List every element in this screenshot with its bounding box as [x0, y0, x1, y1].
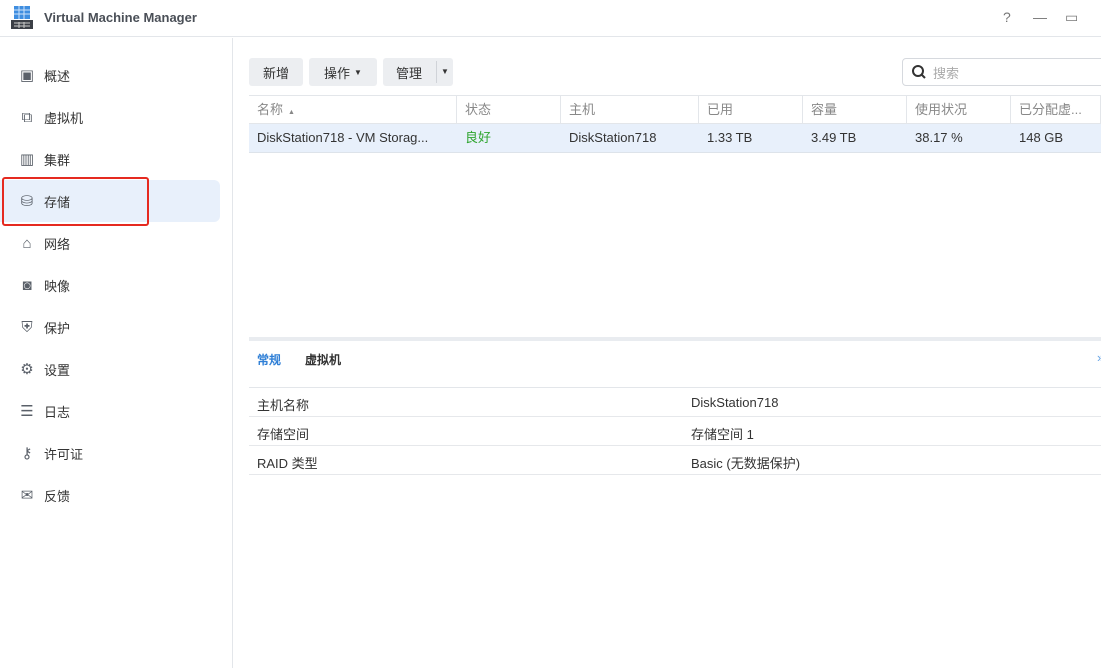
help-button[interactable]: ? [1003, 9, 1011, 25]
search-icon [912, 65, 926, 79]
sidebar-item-label: 日志 [44, 404, 71, 420]
gear-icon: ⚙ [20, 361, 34, 378]
action-label: 操作 [324, 65, 351, 81]
column-header[interactable]: 已用 [699, 96, 803, 124]
storage-icon: ⛁ [20, 193, 34, 210]
table-cell: 148 GB [1019, 130, 1064, 145]
column-header-label: 名称 [257, 102, 284, 117]
detail-value: DiskStation718 [691, 395, 779, 410]
caret-down-icon: ▼ [354, 67, 362, 77]
column-header[interactable]: 已分配虚... [1011, 96, 1101, 124]
table-cell: 1.33 TB [707, 130, 753, 145]
mail-icon: ✉ [20, 487, 34, 504]
vm-icon: ⧉ [21, 108, 33, 126]
image-icon: ◙ [22, 276, 32, 294]
app-logo-icon [11, 6, 33, 29]
sidebar-item-label: 设置 [44, 362, 71, 378]
collapse-icon[interactable]: » [1097, 350, 1101, 365]
detail-tabs: 常规 虚拟机 » [249, 344, 1101, 388]
table-cell: 38.17 % [915, 130, 963, 145]
column-header-label: 使用状况 [915, 102, 968, 117]
search-input[interactable]: 搜索 [902, 58, 1101, 86]
overview-icon: ▣ [19, 67, 35, 84]
column-header[interactable]: 名称 ▲ [249, 96, 457, 124]
sidebar-item-label: 集群 [44, 152, 71, 168]
sidebar-item-label: 概述 [44, 68, 71, 84]
add-button[interactable]: 新增 [249, 58, 303, 86]
sidebar-item-1[interactable]: ⧉ 虚拟机 [0, 96, 220, 138]
search-placeholder: 搜索 [933, 65, 960, 81]
sidebar-item-label: 反馈 [44, 488, 71, 504]
detail-label: 主机名称 [257, 398, 310, 413]
table-cell: DiskStation718 - VM Storag... [257, 130, 429, 145]
cluster-icon: ▥ [19, 151, 35, 168]
sidebar-item-label: 网络 [44, 236, 71, 252]
detail-row: 存储空间 存储空间 1 [249, 417, 1101, 446]
sidebar-item-10[interactable]: ✉ 反馈 [0, 474, 220, 516]
column-header-label: 已用 [707, 102, 734, 117]
detail-label: 存储空间 [257, 427, 310, 442]
sidebar-item-label: 映像 [44, 278, 71, 294]
column-header-label: 已分配虚... [1019, 102, 1082, 117]
table-cell: 良好 [465, 130, 492, 145]
sidebar-item-4[interactable]: ⌂ 网络 [0, 222, 220, 264]
detail-label: RAID 类型 [257, 456, 318, 471]
sidebar-item-8[interactable]: ☰ 日志 [0, 390, 220, 432]
window-title: Virtual Machine Manager [44, 10, 197, 25]
title-bar: Virtual Machine Manager ? — ▭ [0, 0, 1101, 37]
column-header[interactable]: 状态 [457, 96, 561, 124]
detail-row: RAID 类型 Basic (无数据保护) [249, 446, 1101, 475]
sidebar-item-0[interactable]: ▣ 概述 [0, 54, 220, 96]
column-header[interactable]: 容量 [803, 96, 907, 124]
column-header-label: 状态 [465, 102, 492, 117]
sidebar-item-7[interactable]: ⚙ 设置 [0, 348, 220, 390]
sort-asc-icon: ▲ [288, 109, 295, 116]
table-cell: DiskStation718 [569, 130, 657, 145]
tab-general[interactable]: 常规 [257, 351, 281, 368]
key-icon: ⚷ [21, 445, 33, 462]
action-dropdown-button[interactable]: 操作 ▼ [309, 58, 377, 86]
shield-icon: ⛨ [21, 318, 33, 336]
sidebar-item-3[interactable]: ⛁ 存储 [0, 180, 220, 222]
table-cell: 3.49 TB [811, 130, 857, 145]
sidebar-item-9[interactable]: ⚷ 许可证 [0, 432, 220, 474]
sidebar-item-2[interactable]: ▥ 集群 [0, 138, 220, 180]
table-row[interactable]: DiskStation718 - VM Storag... 良好 DiskStati… [249, 124, 1101, 153]
column-header-label: 容量 [811, 102, 838, 117]
list-icon: ☰ [20, 403, 34, 420]
sidebar-item-label: 虚拟机 [44, 110, 84, 126]
panel-splitter[interactable] [249, 337, 1101, 341]
manage-button[interactable]: 管理 ▼ [383, 58, 453, 86]
tab-vms[interactable]: 虚拟机 [305, 351, 341, 368]
column-header[interactable]: 主机 [561, 96, 699, 124]
detail-value: 存储空间 1 [691, 427, 754, 442]
sidebar-item-label: 存储 [44, 194, 71, 210]
manage-dropdown-icon[interactable]: ▼ [436, 61, 453, 83]
network-icon: ⌂ [22, 234, 32, 252]
detail-row: 主机名称 DiskStation718 [249, 388, 1101, 417]
maximize-button[interactable]: ▭ [1065, 9, 1078, 26]
column-header-label: 主机 [569, 102, 596, 117]
column-header[interactable]: 使用状况 [907, 96, 1011, 124]
sidebar-item-label: 保护 [44, 320, 71, 336]
detail-value: Basic (无数据保护) [691, 456, 801, 471]
minimize-button[interactable]: — [1033, 9, 1047, 25]
sidebar-item-label: 许可证 [44, 446, 84, 462]
manage-label: 管理 [396, 65, 423, 81]
table-header: 名称 ▲ 状态 主机 已用 容量 使用状况 已分配虚... [249, 95, 1101, 124]
sidebar-item-5[interactable]: ◙ 映像 [0, 264, 220, 306]
sidebar-item-6[interactable]: ⛨ 保护 [0, 306, 220, 348]
